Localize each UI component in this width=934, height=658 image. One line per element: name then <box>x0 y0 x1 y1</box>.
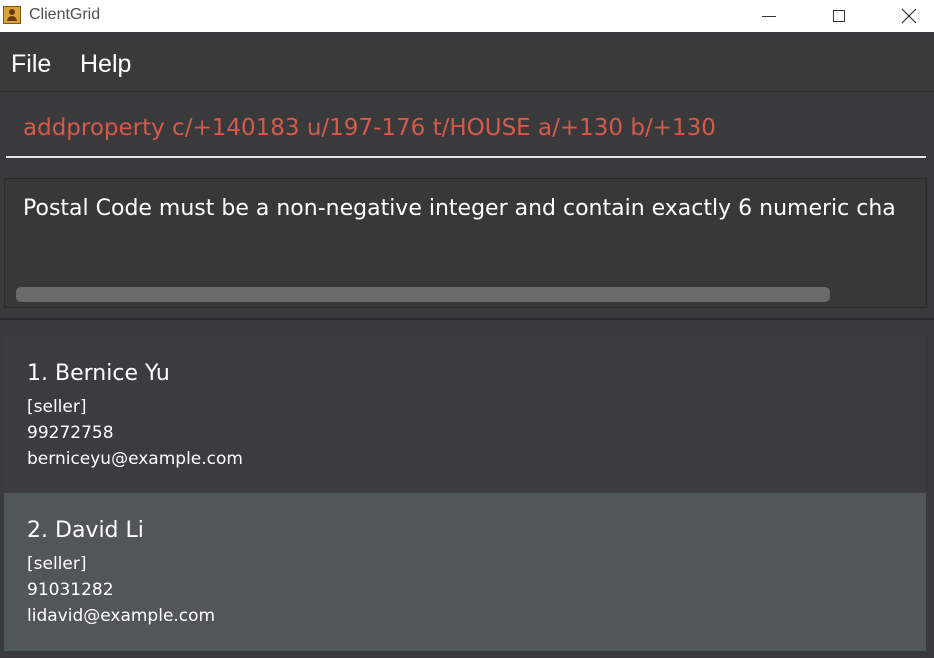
person-tag: [seller] <box>27 554 87 574</box>
minimize-icon <box>762 15 776 17</box>
result-message: Postal Code must be a non-negative integ… <box>23 196 896 221</box>
close-icon <box>901 8 917 24</box>
app-icon <box>3 6 21 24</box>
result-display: Postal Code must be a non-negative integ… <box>4 178 927 308</box>
horizontal-scrollbar[interactable] <box>16 287 830 302</box>
command-input[interactable] <box>6 100 926 158</box>
divider <box>0 318 934 320</box>
person-email: berniceyu@example.com <box>27 449 243 469</box>
command-box <box>0 92 934 166</box>
title-bar[interactable]: ClientGrid <box>0 0 934 32</box>
person-card[interactable]: 2. David Li [seller] 91031282 lidavid@ex… <box>4 493 926 651</box>
person-phone: 91031282 <box>27 580 114 600</box>
person-index: 1. <box>27 361 48 386</box>
person-name: David Li <box>55 518 144 543</box>
person-phone: 99272758 <box>27 423 114 443</box>
app-window: ClientGrid File Help Postal Code must be… <box>0 0 934 658</box>
menu-bar: File Help <box>0 38 934 92</box>
maximize-icon <box>833 10 845 22</box>
person-list: 1. Bernice Yu [seller] 99272758 bernicey… <box>4 336 926 651</box>
person-name-row: 2. David Li <box>27 518 926 543</box>
window-title: ClientGrid <box>29 6 101 23</box>
person-card[interactable]: 1. Bernice Yu [seller] 99272758 bernicey… <box>4 336 926 493</box>
maximize-button[interactable] <box>816 0 862 32</box>
close-button[interactable] <box>886 0 932 32</box>
menu-file[interactable]: File <box>11 50 51 79</box>
person-tag: [seller] <box>27 397 87 417</box>
person-index: 2. <box>27 518 48 543</box>
person-name: Bernice Yu <box>55 361 170 386</box>
person-email: lidavid@example.com <box>27 606 216 626</box>
minimize-button[interactable] <box>746 0 792 32</box>
menu-help[interactable]: Help <box>80 50 131 79</box>
person-name-row: 1. Bernice Yu <box>27 361 926 386</box>
